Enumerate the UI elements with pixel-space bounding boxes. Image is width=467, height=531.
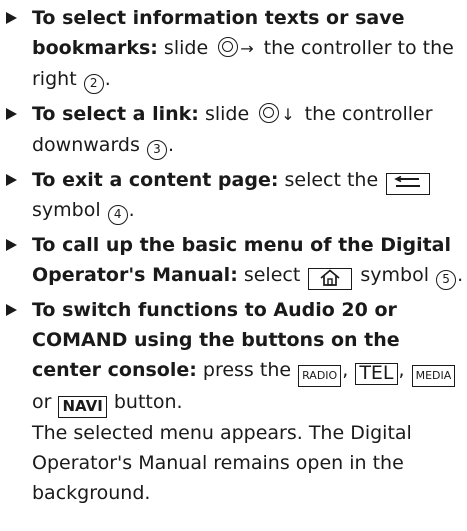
arrow-down-icon: ↓ [281, 105, 295, 124]
list-item: To select a link: slide ↓ the controller… [6, 99, 467, 160]
list-item: To switch functions to Audio 20 or COMAN… [6, 295, 467, 508]
bullet-triangle-icon [6, 174, 17, 186]
controller-icon [218, 37, 239, 57]
item-title: To select a link: [32, 103, 199, 125]
sentence-end: . [128, 199, 135, 221]
bullet-triangle-icon [6, 239, 17, 251]
item-text-before: slide [204, 103, 250, 125]
back-arrow-icon [386, 173, 431, 195]
navi-key: NAVI [58, 396, 107, 418]
key-separator: , [398, 359, 405, 381]
list-item: To call up the basic menu of the Digital… [6, 230, 467, 290]
arrow-right-icon: → [240, 39, 254, 58]
item-text-after: symbol [360, 264, 430, 286]
tel-key: TEL [355, 363, 398, 385]
list-item: To select information texts or save book… [6, 3, 467, 94]
item-text-after: symbol [32, 199, 101, 221]
step-number: 3 [146, 140, 167, 160]
step-number: 2 [83, 74, 104, 94]
item-title: To exit a content page: [32, 169, 279, 191]
item-text-before: select [243, 264, 301, 286]
or-word: or [32, 391, 52, 413]
instruction-list: To select information texts or save book… [0, 0, 467, 508]
media-key: MEDIA [411, 365, 456, 387]
controller-icon [259, 103, 280, 123]
sentence-end: . [104, 68, 111, 90]
radio-key: RADIO [298, 365, 342, 387]
list-item: To exit a content page: select the symbo… [6, 165, 467, 225]
item-text-after: button. [113, 391, 183, 413]
result-text: The selected menu appears. The Digital O… [32, 422, 412, 504]
home-icon [308, 268, 353, 290]
item-text-before: select the [284, 169, 379, 191]
step-number: 4 [107, 205, 128, 225]
sentence-end: . [167, 134, 174, 156]
step-number: 5 [436, 270, 457, 290]
key-separator: , [342, 359, 349, 381]
bullet-triangle-icon [6, 108, 17, 120]
sentence-end: . [457, 264, 464, 286]
item-text-before: slide [163, 37, 209, 59]
bullet-triangle-icon [6, 304, 17, 316]
bullet-triangle-icon [6, 12, 17, 24]
item-text-before: press the [202, 359, 292, 381]
